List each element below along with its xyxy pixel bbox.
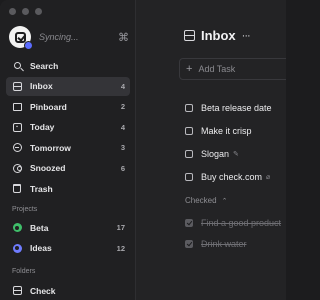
sidebar-item-trash[interactable]: Trash — [6, 179, 130, 198]
sidebar-nav: Search Inbox 4 Pinboard 2 ▪ Today 4 Tomo… — [6, 56, 130, 200]
folder-icon — [12, 286, 22, 296]
inbox-icon — [12, 81, 22, 91]
sidebar: Syncing... ⌘ Search Inbox 4 Pinboard 2 ▪… — [0, 0, 136, 300]
account-badge — [24, 41, 33, 50]
more-options-icon[interactable]: ··· — [242, 30, 251, 42]
task-item[interactable]: Beta release date — [185, 96, 286, 119]
sidebar-item-today[interactable]: ▪ Today 4 — [6, 118, 130, 137]
sidebar-item-count: 3 — [120, 143, 125, 152]
project-item-beta[interactable]: Beta 17 — [6, 218, 130, 237]
task-checkbox[interactable] — [185, 126, 193, 135]
task-list: Beta release date Make it crisp Slogan ✎… — [185, 96, 286, 188]
checked-heading: Checked — [185, 196, 217, 205]
task-label: Find a good product — [201, 217, 282, 228]
plus-icon: + — [186, 63, 193, 75]
sidebar-item-label: Pinboard — [30, 101, 67, 112]
snoozed-icon — [12, 163, 22, 173]
project-count: 17 — [116, 223, 125, 232]
sidebar-item-label: Today — [30, 122, 55, 132]
project-label: Ideas — [30, 243, 52, 253]
page-title: Inbox — [201, 28, 236, 43]
tomorrow-icon — [12, 143, 22, 153]
folders-heading: Folders — [12, 268, 36, 275]
close-window-button[interactable] — [9, 8, 16, 15]
account-row[interactable]: Syncing... ⌘ — [9, 26, 129, 50]
checked-section-toggle[interactable]: Checked ⌃ — [185, 196, 227, 205]
check-logo-icon — [14, 31, 26, 43]
avatar[interactable] — [9, 26, 33, 50]
search-icon — [12, 61, 22, 71]
project-beta-icon — [12, 223, 22, 233]
chevron-up-icon: ⌃ — [221, 197, 228, 205]
task-label: Slogan — [201, 148, 230, 159]
window-controls — [9, 8, 42, 15]
checked-task-item[interactable]: Find a good product — [185, 212, 286, 233]
inbox-icon — [184, 30, 195, 41]
main-panel: Inbox ··· + Add Task Beta release date M… — [137, 0, 286, 300]
minimize-window-button[interactable] — [22, 8, 29, 15]
sidebar-item-label: Snoozed — [30, 163, 66, 173]
task-label: Make it crisp — [201, 125, 252, 136]
project-label: Beta — [30, 222, 49, 233]
projects-heading: Projects — [12, 206, 38, 213]
sidebar-item-count: 4 — [120, 122, 125, 132]
attachment-icon: ⌀ — [266, 173, 271, 181]
sidebar-item-count: 2 — [120, 102, 125, 111]
main-header: Inbox ··· — [184, 28, 251, 43]
sync-status: Syncing... — [39, 32, 79, 42]
sidebar-item-snoozed[interactable]: Snoozed 6 — [6, 159, 130, 178]
task-label: Drink water — [201, 238, 247, 249]
add-task-placeholder: Add Task — [198, 64, 236, 74]
pinboard-icon — [12, 102, 22, 112]
sidebar-item-search[interactable]: Search — [6, 56, 130, 75]
project-item-ideas[interactable]: Ideas 12 — [6, 239, 130, 258]
task-label: Buy check.com — [201, 171, 263, 182]
checked-task-list: Find a good product Drink water — [185, 212, 286, 254]
task-label: Beta release date — [201, 102, 272, 113]
zoom-window-button[interactable] — [35, 8, 42, 15]
sidebar-item-label: Search — [30, 60, 59, 71]
sidebar-item-label: Inbox — [30, 81, 53, 91]
sidebar-item-count: 4 — [120, 81, 125, 91]
project-ideas-icon — [12, 243, 22, 253]
sidebar-item-label: Tomorrow — [30, 142, 71, 153]
sidebar-item-tomorrow[interactable]: Tomorrow 3 — [6, 138, 130, 157]
calendar-today-icon: ▪ — [12, 122, 22, 132]
checked-task-item[interactable]: Drink water — [185, 233, 286, 254]
task-checkbox[interactable] — [185, 172, 193, 181]
sidebar-item-count: 6 — [120, 163, 125, 173]
sidebar-item-pinboard[interactable]: Pinboard 2 — [6, 97, 130, 116]
trash-icon — [12, 184, 22, 194]
folders-list: Check — [6, 281, 130, 300]
task-checkbox-checked[interactable] — [185, 218, 193, 227]
task-checkbox-checked[interactable] — [185, 239, 193, 248]
app-window: Syncing... ⌘ Search Inbox 4 Pinboard 2 ▪… — [0, 0, 286, 300]
task-item[interactable]: Make it crisp — [185, 119, 286, 142]
sidebar-item-inbox[interactable]: Inbox 4 — [6, 76, 130, 96]
task-item[interactable]: Buy check.com ⌀ — [185, 165, 286, 188]
folder-label: Check — [30, 285, 56, 296]
task-checkbox[interactable] — [185, 149, 193, 158]
task-checkbox[interactable] — [185, 103, 193, 112]
add-task-input[interactable]: + Add Task — [179, 58, 286, 80]
pencil-icon: ✎ — [233, 150, 239, 158]
projects-list: Beta 17 Ideas 12 — [6, 218, 130, 259]
project-count: 12 — [116, 243, 125, 253]
command-icon[interactable]: ⌘ — [118, 31, 129, 44]
folder-item-check[interactable]: Check — [6, 281, 130, 300]
task-item[interactable]: Slogan ✎ — [185, 142, 286, 165]
sidebar-item-label: Trash — [30, 183, 53, 194]
